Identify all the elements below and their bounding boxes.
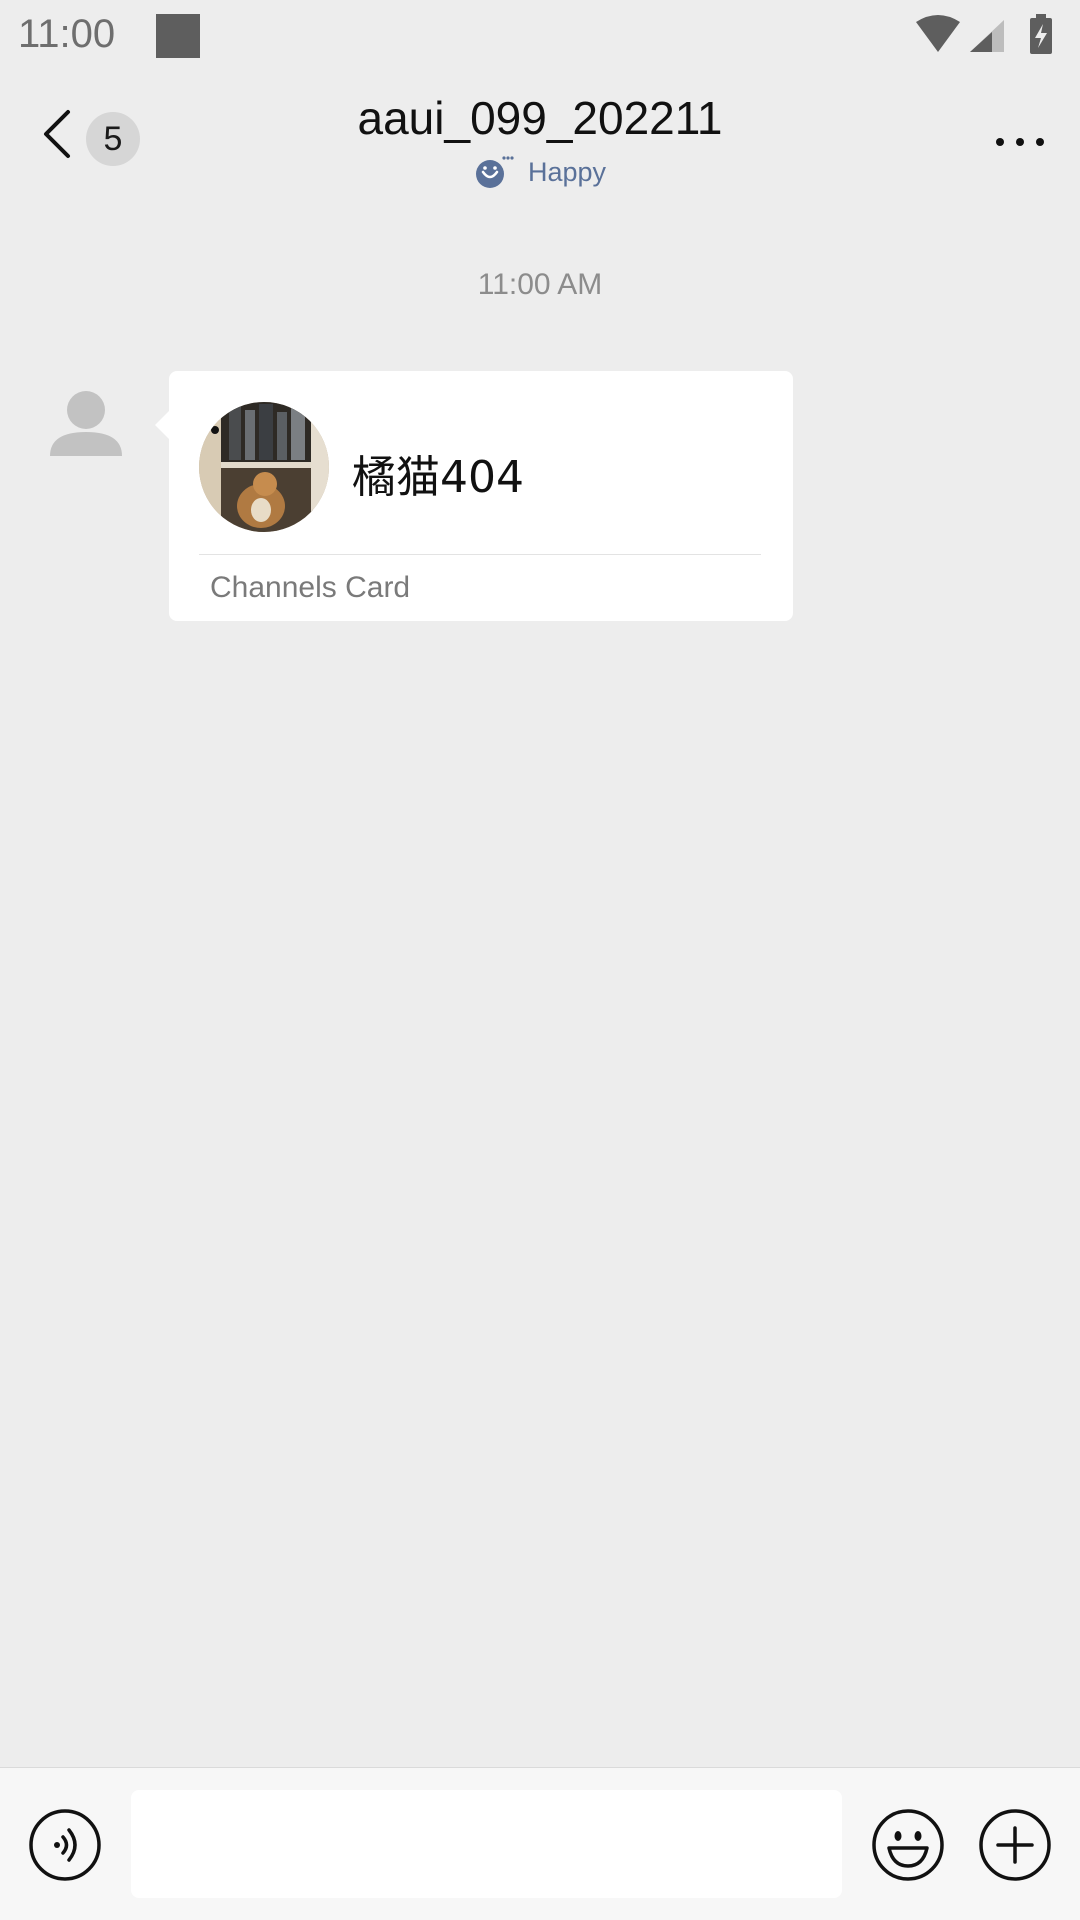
battery-charging-icon [1030, 14, 1052, 54]
chat-header: 5 aaui_099_202211 Happy [0, 74, 1080, 214]
status-bar: 11:00 [0, 0, 1080, 74]
chat-title-area[interactable]: aaui_099_202211 Happy [240, 88, 840, 192]
voice-icon [29, 1809, 101, 1881]
emoji-icon [872, 1809, 944, 1881]
card-divider [199, 554, 761, 555]
more-button[interactable] [990, 112, 1050, 172]
cellular-signal-icon [970, 20, 1004, 52]
back-button[interactable] [34, 104, 82, 164]
emoji-button[interactable] [871, 1808, 945, 1882]
square-notification-icon [156, 14, 200, 58]
chevron-left-icon [44, 110, 70, 158]
message-input[interactable] [131, 1790, 842, 1898]
status-icons [912, 14, 1062, 58]
more-dots-icon [996, 138, 1044, 146]
contact-status: Happy [240, 152, 840, 192]
sender-avatar[interactable] [34, 376, 138, 480]
more-functions-button[interactable] [978, 1808, 1052, 1882]
channel-avatar [199, 402, 329, 532]
plus-icon [979, 1809, 1051, 1881]
card-type-label: Channels Card [210, 571, 411, 604]
smiley-status-icon [475, 156, 514, 188]
input-bar [0, 1767, 1080, 1920]
channels-card-message[interactable]: 橘猫404 Channels Card [155, 371, 793, 621]
voice-button[interactable] [28, 1808, 102, 1882]
channel-name: 橘猫404 [352, 452, 524, 503]
status-text: Happy [527, 156, 607, 187]
chat-screen: 11:00 5 aaui_099_202211 Happy 11:00 AM 橘… [0, 0, 1080, 1920]
unread-count-badge[interactable]: 5 [86, 112, 140, 166]
wifi-icon [916, 15, 960, 52]
chat-title: aaui_099_202211 [357, 92, 723, 144]
default-person-icon [50, 391, 122, 456]
bubble-tail [155, 411, 169, 439]
message-timestamp: 11:00 AM [477, 268, 603, 301]
status-time: 11:00 [18, 12, 116, 56]
